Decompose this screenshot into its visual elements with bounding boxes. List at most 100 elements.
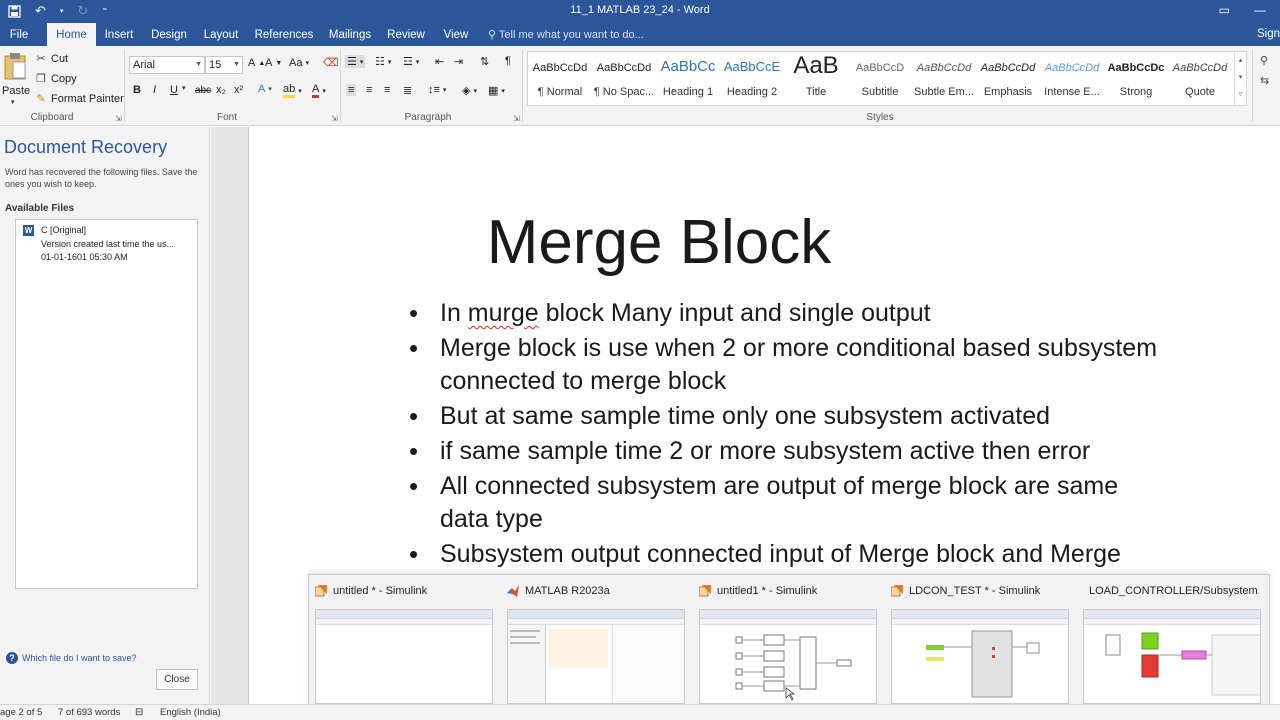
tab-mailings[interactable]: Mailings [325, 23, 375, 46]
separator [340, 50, 341, 122]
align-left-icon[interactable]: ≡ [346, 84, 357, 96]
simulink-icon [891, 585, 903, 597]
clipboard-launcher-icon[interactable]: ⇲ [115, 114, 122, 123]
style-sample: AaBbCcDc [1107, 62, 1165, 74]
tab-file[interactable]: File [4, 23, 34, 46]
style-name: Subtitle [861, 86, 899, 98]
paste-button[interactable]: Paste ▾ [2, 50, 30, 108]
style-normal[interactable]: AaBbCcDd ¶ Normal [528, 52, 592, 107]
gallery-scroll[interactable]: ▴ ▾ ▿ [1234, 52, 1246, 105]
thumbnail-preview [699, 609, 877, 704]
paragraph-launcher-icon[interactable]: ⇲ [513, 114, 520, 123]
subscript-button[interactable]: x₂ [216, 84, 226, 96]
misspelled-word[interactable]: murge [468, 299, 539, 327]
proofing-icon[interactable]: ⊟ [135, 707, 143, 718]
sign-in-link[interactable]: Sign [1257, 28, 1280, 40]
style-sample: AaBbCcDd [532, 62, 588, 74]
style-quote[interactable]: AaBbCcDd Quote [1168, 52, 1232, 107]
text-effects-icon[interactable]: A ▾ [258, 83, 272, 95]
cut-button[interactable]: ✂ Cut [34, 52, 68, 66]
multilevel-list-icon[interactable]: ☲ ▾ [403, 55, 419, 68]
highlight-color-icon[interactable]: ab ▾ [283, 83, 302, 98]
tab-design[interactable]: Design [147, 23, 191, 46]
copy-button[interactable]: ❐ Copy [34, 72, 77, 86]
sort-icon[interactable]: ⇅ [480, 55, 489, 68]
style-subtitle[interactable]: AaBbCcD Subtitle [848, 52, 912, 107]
styles-group-label: Styles [866, 112, 894, 123]
tab-home[interactable]: Home [47, 23, 96, 46]
copy-label: Copy [51, 73, 77, 85]
superscript-button[interactable]: x² [234, 84, 243, 96]
shading-icon[interactable]: ◈ ▾ [462, 84, 477, 97]
tell-me-box[interactable]: ⚲ Tell me what you want to do... [488, 28, 644, 41]
page-count[interactable]: age 2 of 5 [0, 707, 42, 718]
cut-label: Cut [51, 53, 69, 65]
styles-gallery: AaBbCcDd ¶ Normal AaBbCcDd ¶ No Spac... Aa… [527, 51, 1247, 106]
format-painter-button[interactable]: ✎ Format Painter [34, 92, 123, 106]
style-no-spacing[interactable]: AaBbCcDd ¶ No Spac... [592, 52, 656, 107]
replace-icon[interactable]: ⇆ [1260, 74, 1269, 87]
thumbnail-preview [315, 609, 493, 704]
underline-button[interactable]: U [170, 84, 178, 96]
align-right-icon[interactable]: ≡ [384, 84, 390, 96]
file-description: Version created last time the us... [41, 238, 175, 249]
clipboard-group-label: Clipboard [30, 112, 74, 123]
style-emphasis[interactable]: AaBbCcDd Emphasis [976, 52, 1040, 107]
underline-dropdown-icon[interactable]: ▾ [182, 84, 186, 92]
tab-insert[interactable]: Insert [100, 23, 138, 46]
minimize-icon[interactable]: — [1254, 3, 1266, 17]
style-sample: AaBbCcDd [980, 62, 1036, 74]
matlab-icon [507, 585, 519, 597]
thumbnail-title: untitled1 * - Simulink [717, 585, 818, 597]
justify-icon[interactable]: ≣ [403, 84, 412, 97]
style-name: ¶ Normal [537, 86, 583, 98]
style-strong[interactable]: AaBbCcDc Strong [1104, 52, 1168, 107]
editing-icon[interactable]: ⚲ [1260, 54, 1268, 67]
paste-dropdown-icon[interactable]: ▾ [11, 98, 15, 106]
style-name: Subtle Em... [914, 86, 974, 98]
font-launcher-icon[interactable]: ⇲ [331, 114, 338, 123]
style-heading-2[interactable]: AaBbCcE Heading 2 [720, 52, 784, 107]
font-size-combo[interactable]: 15 ▼ [205, 56, 243, 74]
grow-font-button[interactable]: A ▲ [248, 57, 265, 69]
tab-view[interactable]: View [438, 23, 474, 46]
window-controls: ▭ — [1219, 3, 1266, 17]
bullets-icon[interactable]: ☰ ▾ [345, 55, 366, 68]
numbering-icon[interactable]: ☷ ▾ [375, 55, 391, 68]
style-name: Title [805, 86, 827, 98]
thumbnail-untitled-simulink[interactable]: untitled * - Simulink [309, 575, 495, 709]
thumbnail-ldcon-test-simulink[interactable]: LDCON_TEST * - Simulink [885, 575, 1071, 709]
language[interactable]: English (India) [160, 707, 221, 718]
tab-layout[interactable]: Layout [199, 23, 243, 46]
style-sample: AaBbCcDd [1044, 62, 1100, 74]
thumbnail-untitled1-simulink[interactable]: untitled1 * - Simulink [693, 575, 879, 709]
style-title[interactable]: AaB Title [784, 52, 848, 107]
bold-button[interactable]: B [133, 84, 141, 96]
available-files-heading: Available Files [5, 203, 75, 214]
font-color-icon[interactable]: A ▾ [312, 83, 326, 98]
increase-indent-icon[interactable]: ⇥ [454, 55, 463, 68]
strikethrough-button[interactable]: abc [195, 85, 211, 96]
change-case-button[interactable]: Aa ▾ [289, 57, 309, 69]
italic-button[interactable]: I [153, 84, 156, 96]
close-button[interactable]: Close [156, 669, 198, 690]
style-intense-emphasis[interactable]: AaBbCcDd Intense E... [1040, 52, 1104, 107]
align-center-icon[interactable]: ≡ [366, 84, 372, 96]
pilcrow-icon[interactable]: ¶ [505, 55, 511, 67]
borders-icon[interactable]: ▦ ▾ [488, 84, 505, 97]
clear-formatting-icon[interactable]: ⌫ [323, 56, 339, 69]
recovered-file-item[interactable]: W C [Original] Version created last time… [20, 224, 195, 265]
which-file-link[interactable]: ? Which file do I want to save? [6, 652, 137, 664]
shrink-font-button[interactable]: A ▼ [265, 57, 282, 69]
word-count[interactable]: 7 of 693 words [58, 707, 120, 718]
tab-review[interactable]: Review [384, 23, 428, 46]
line-spacing-icon[interactable]: ↕≡ ▾ [428, 84, 446, 96]
font-name-combo[interactable]: Arial ▼ [129, 56, 205, 74]
style-heading-1[interactable]: AaBbCc Heading 1 [656, 52, 720, 107]
thumbnail-matlab[interactable]: MATLAB R2023a [501, 575, 687, 709]
thumbnail-load-controller-subsystem[interactable]: LOAD_CONTROLLER/Subsystem... [1077, 575, 1263, 709]
tab-references[interactable]: References [253, 23, 315, 46]
ribbon-display-icon[interactable]: ▭ [1219, 3, 1230, 17]
decrease-indent-icon[interactable]: ⇤ [435, 55, 444, 68]
style-subtle-emphasis[interactable]: AaBbCcDd Subtle Em... [912, 52, 976, 107]
